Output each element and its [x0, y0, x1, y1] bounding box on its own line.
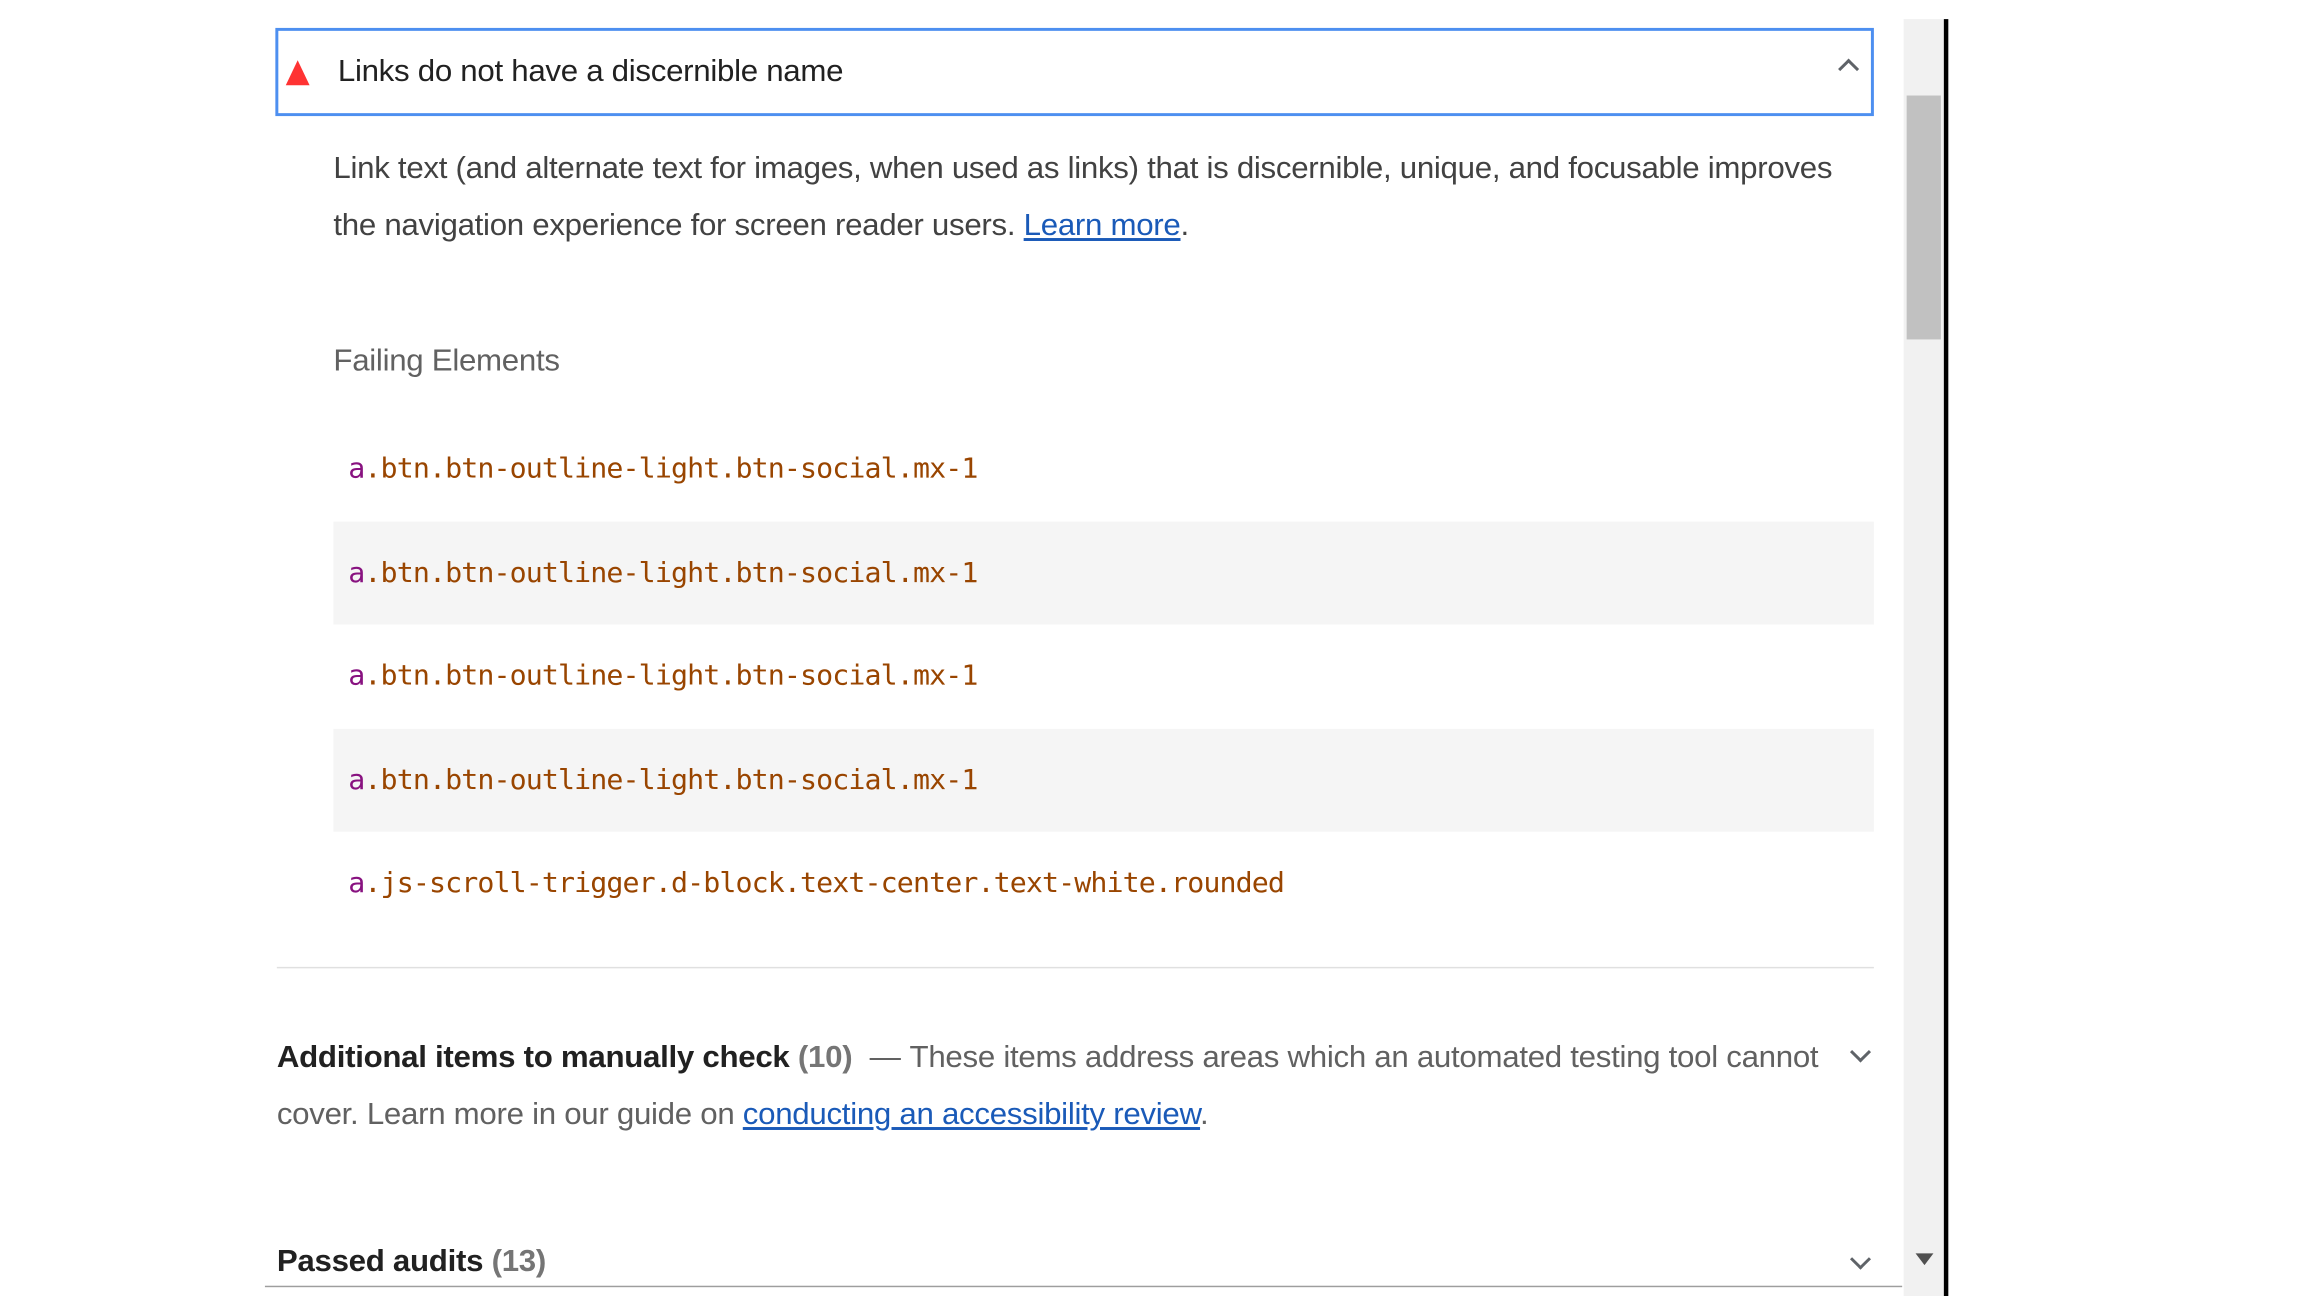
manual-check-count: (10) — [797, 1040, 853, 1075]
selector-classes: .btn.btn-outline-light.btn-social.mx-1 — [364, 452, 978, 486]
audit-header-link-name[interactable]: Links do not have a discernible name — [275, 27, 1874, 117]
failing-elements-list: a .btn.btn-outline-light.btn-social.mx-1 a… — [333, 417, 1874, 936]
failing-element-row[interactable]: a .btn.btn-outline-light.btn-social.mx-1 — [333, 624, 1873, 728]
manual-check-title: Additional items to manually check — [276, 1040, 790, 1075]
selector-tag: a — [348, 660, 365, 693]
selector-tag: a — [348, 867, 365, 900]
selector-tag: a — [348, 763, 365, 797]
selector-classes: .js-scroll-trigger.d-block.text-center.t… — [364, 867, 1285, 900]
chevron-up-icon[interactable] — [1838, 58, 1860, 80]
manual-check-group-header[interactable]: Additional items to manually check (10) … — [277, 1029, 1874, 1144]
audit-title: Links do not have a discernible name — [337, 54, 844, 89]
selector-tag: a — [348, 556, 365, 589]
failing-element-row[interactable]: a .btn.btn-outline-light.btn-social.mx-1 — [333, 728, 1874, 832]
selector-classes: .btn.btn-outline-light.btn-social.mx-1 — [364, 660, 978, 693]
window-edge — [1943, 19, 1949, 1296]
selector-tag: a — [348, 452, 365, 486]
passed-audits-title: Passed audits — [276, 1244, 484, 1279]
bottom-border — [264, 1285, 1903, 1288]
warning-triangle-icon — [285, 59, 310, 85]
manual-check-period: . — [1200, 1097, 1209, 1132]
lighthouse-report-panel: Links do not have a discernible name Lin… — [0, 0, 2304, 1296]
failing-element-row[interactable]: a .js-scroll-trigger.d-block.text-center.… — [333, 832, 1873, 936]
failing-elements-title: Failing Elements — [333, 343, 560, 378]
selector-classes: .btn.btn-outline-light.btn-social.mx-1 — [364, 763, 978, 797]
manual-check-separator: — — [869, 1040, 901, 1075]
scrollbar-thumb[interactable] — [1906, 95, 1941, 340]
audit-description: Link text (and alternate text for images… — [333, 140, 1836, 255]
failing-element-row[interactable]: a .btn.btn-outline-light.btn-social.mx-1 — [333, 417, 1873, 521]
learn-more-link[interactable]: Learn more — [1024, 209, 1181, 243]
chevron-down-icon[interactable] — [1849, 1248, 1872, 1270]
scroll-down-arrow-icon[interactable] — [1915, 1253, 1934, 1266]
passed-audits-count: (13) — [491, 1244, 547, 1279]
passed-audits-group-header[interactable]: Passed audits (13) — [277, 1237, 546, 1287]
selector-classes: .btn.btn-outline-light.btn-social.mx-1 — [364, 556, 978, 589]
failing-element-row[interactable]: a .btn.btn-outline-light.btn-social.mx-1 — [333, 520, 1874, 625]
audit-description-period: . — [1180, 208, 1190, 243]
section-divider — [276, 966, 1874, 969]
accessibility-review-link[interactable]: conducting an accessibility review — [743, 1098, 1201, 1132]
